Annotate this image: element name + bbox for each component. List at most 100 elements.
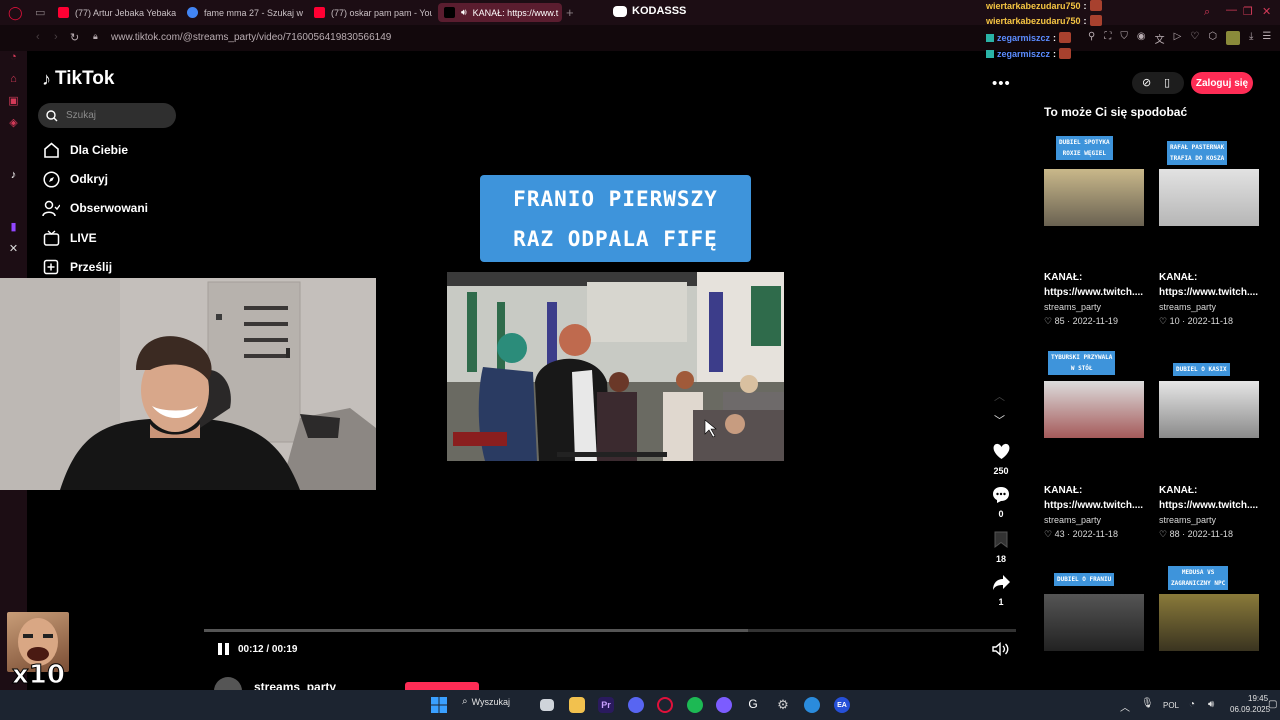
twitch-icon[interactable]: ▮ xyxy=(7,221,20,234)
opera-app-icon[interactable] xyxy=(657,697,673,713)
profile-avatar[interactable] xyxy=(1225,31,1240,45)
comment-count: 0 xyxy=(998,509,1004,519)
nav-upload[interactable]: Prześlij xyxy=(42,258,112,276)
card-title: KANAŁ: https://www.twitch.... xyxy=(1159,272,1259,298)
new-tab-button[interactable]: + xyxy=(566,5,574,20)
chat-emote xyxy=(1089,15,1102,26)
spotify-icon[interactable] xyxy=(687,697,703,713)
chat-message: zegarmiszcz: xyxy=(986,32,1072,43)
file-explorer-icon[interactable] xyxy=(569,697,585,713)
x-icon[interactable]: ✕ xyxy=(7,243,20,256)
device-icon[interactable]: ▯ xyxy=(1164,76,1170,89)
recommendations-title: To może Ci się spodobać xyxy=(1044,105,1188,119)
tab-label: KANAŁ: https://www.t xyxy=(472,7,559,18)
extensions-icon[interactable]: ⬡ xyxy=(1208,31,1217,46)
search-input[interactable]: Szukaj xyxy=(38,103,176,128)
tab-label: (77) Artur Jebaka Yebaka xyxy=(75,7,176,18)
bookmark-icon xyxy=(994,531,1008,548)
tab-1[interactable]: (77) Artur Jebaka Yebaka xyxy=(52,3,176,22)
minimize-icon[interactable]: — xyxy=(1226,4,1237,16)
taskbar-search[interactable]: ⌕ Wyszukaj xyxy=(462,696,510,707)
nav-explore[interactable]: Odkryj xyxy=(42,170,108,188)
windows-start-icon[interactable] xyxy=(431,697,447,713)
tab-2[interactable]: fame mma 27 - Szukaj w xyxy=(181,3,303,22)
maximize-icon[interactable]: ❐ xyxy=(1243,5,1253,18)
chevron-down-icon[interactable]: ﹀ xyxy=(994,412,1005,428)
heart-icon[interactable]: ♡ xyxy=(1190,31,1199,46)
search-tabs-icon[interactable]: ⌕ xyxy=(1204,6,1210,19)
obs-icon[interactable] xyxy=(716,697,732,713)
live-icon xyxy=(42,229,60,247)
card-author: streams_party xyxy=(1159,302,1217,312)
like-button[interactable]: 250 xyxy=(986,443,1016,476)
nav-for-you[interactable]: Dla Ciebie xyxy=(42,141,128,159)
microphone-icon[interactable]: 🎙︎ xyxy=(1141,698,1154,709)
browser-icon[interactable] xyxy=(804,697,820,713)
tab-active[interactable]: 🔊︎ KANAŁ: https://www.t xyxy=(438,3,562,22)
premiere-icon[interactable]: Pr xyxy=(598,697,614,713)
language-indicator[interactable]: POL xyxy=(1163,701,1179,710)
search-placeholder: Szukaj xyxy=(66,110,97,121)
gx-icon[interactable]: G xyxy=(745,697,761,713)
wifi-icon[interactable]: ◔ xyxy=(1189,699,1195,710)
url-field[interactable]: www.tiktok.com/@streams_party/video/7160… xyxy=(111,32,391,43)
save-button[interactable]: 18 xyxy=(986,531,1016,564)
download-icon[interactable]: ⤓ xyxy=(1249,31,1253,46)
translate-icon[interactable]: 文 xyxy=(1155,31,1165,46)
tray-chevron-icon[interactable]: ︿ xyxy=(1120,699,1130,714)
chevron-up-icon[interactable]: ︿ xyxy=(994,388,1005,404)
notifications-icon[interactable]: ▢ xyxy=(1268,699,1277,710)
coin-icon[interactable]: ⊘ xyxy=(1142,76,1151,89)
ea-icon[interactable]: EA xyxy=(834,697,850,713)
thumbnail-tag: DUBIEL O KASIX xyxy=(1173,363,1230,376)
pause-button[interactable] xyxy=(218,643,230,655)
thumbnail-tag: DUBIEL O FRANIU xyxy=(1054,573,1115,586)
home-icon xyxy=(42,141,60,159)
shield-icon[interactable]: ⛉ xyxy=(1120,31,1128,46)
nav-following[interactable]: Obserwowani xyxy=(42,199,148,217)
search-icon xyxy=(46,109,58,121)
opera-logo-icon[interactable]: ◯ xyxy=(8,5,23,21)
comment-button[interactable]: 0 xyxy=(986,486,1016,519)
screenshot-icon[interactable]: ⛶ xyxy=(1104,31,1111,46)
close-window-icon[interactable]: ✕ xyxy=(1262,5,1271,18)
tab-label: (77) oskar pam pam - You xyxy=(331,7,432,18)
share-count: 1 xyxy=(998,597,1004,607)
wallet-icon[interactable]: ▣ xyxy=(7,95,20,108)
card-meta: ♡ 10 · 2022-11-18 xyxy=(1159,316,1233,326)
reload-icon[interactable]: ↻ xyxy=(70,31,79,44)
clock-time[interactable]: 19:45 xyxy=(1248,694,1268,703)
more-options-icon[interactable]: ••• xyxy=(992,75,1011,92)
messenger-icon[interactable]: ◈ xyxy=(7,117,20,130)
tab-3[interactable]: (77) oskar pam pam - You xyxy=(308,3,432,22)
menu-icon[interactable]: ☰ xyxy=(1262,31,1271,46)
pause-icon xyxy=(218,643,222,655)
back-icon[interactable]: ‹ xyxy=(36,31,40,43)
chat-emote xyxy=(1059,32,1072,43)
tab-list-icon[interactable]: ▭ xyxy=(35,6,45,19)
video-time: 00:12 / 00:19 xyxy=(238,644,298,655)
volume-tray-icon[interactable]: 🔊︎ xyxy=(1208,699,1214,710)
video-player[interactable] xyxy=(447,272,784,461)
shopping-icon[interactable]: ⌂ xyxy=(7,73,20,86)
lock-icon: 🔒︎ xyxy=(93,31,98,41)
chat-username: zegarmiszcz xyxy=(997,32,1051,43)
play-icon[interactable]: ▷ xyxy=(1174,31,1182,46)
clock-date[interactable]: 06.09.2025 xyxy=(1230,705,1270,714)
video-progress-bar[interactable] xyxy=(204,629,1016,632)
tiktok-logo[interactable]: ♪ TikTok xyxy=(42,68,114,90)
discord-app-icon[interactable] xyxy=(628,697,644,713)
pin-icon[interactable]: ⚲ xyxy=(1088,31,1095,46)
task-view-icon[interactable] xyxy=(540,699,554,711)
settings-icon[interactable]: ⚙ xyxy=(775,697,791,713)
opera-ai-icon[interactable]: ◔ xyxy=(7,51,20,64)
volume-icon[interactable] xyxy=(992,642,1009,656)
nav-live[interactable]: LIVE xyxy=(42,229,97,247)
camera-icon[interactable]: ◉ xyxy=(1137,31,1146,46)
login-button[interactable]: Zaloguj się xyxy=(1191,72,1253,94)
tiktok-sidebar-icon[interactable]: ♪ xyxy=(7,169,20,182)
share-button[interactable]: 1 xyxy=(986,574,1016,607)
card-title: KANAŁ: https://www.twitch.... xyxy=(1159,485,1259,511)
forward-icon[interactable]: › xyxy=(54,31,58,43)
chat-badge-icon xyxy=(986,33,994,42)
